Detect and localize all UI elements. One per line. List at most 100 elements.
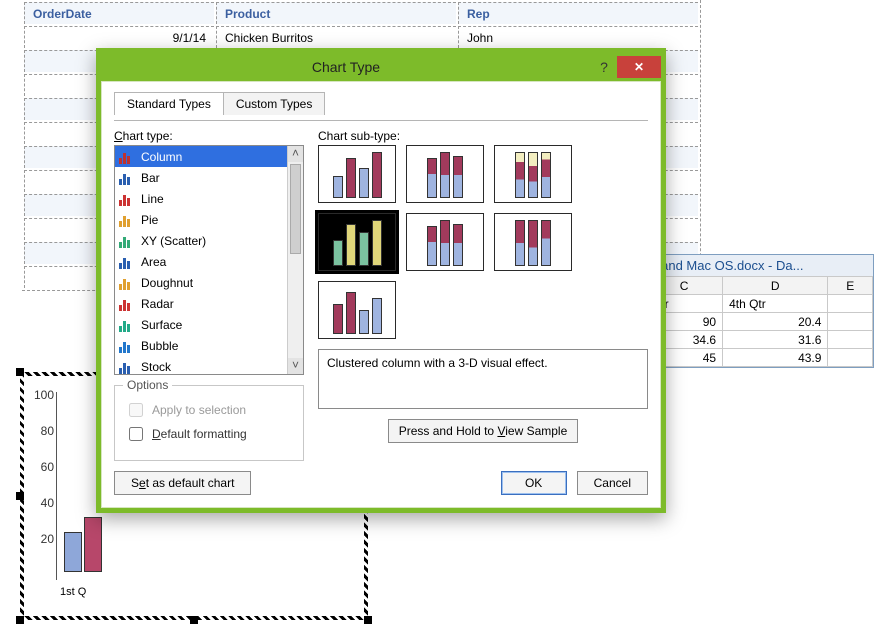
hdr-4thqtr[interactable]: 4th Qtr — [723, 295, 828, 313]
scroll-up-button[interactable]: ˄ — [288, 146, 303, 162]
scroll-down-button[interactable]: ˅ — [288, 358, 303, 374]
y-tick: 20 — [28, 532, 54, 546]
chart-type-xy-scatter-[interactable]: XY (Scatter) — [115, 230, 287, 251]
resize-handle[interactable] — [190, 616, 198, 624]
col-header-product[interactable]: Product — [216, 2, 456, 24]
col-header-rep[interactable]: Rep — [458, 2, 698, 24]
chart-type-label: Stock — [141, 360, 171, 374]
tab-strip: Standard Types Custom Types — [114, 92, 648, 115]
chart-type-column[interactable]: Column — [115, 146, 287, 167]
resize-handle[interactable] — [16, 368, 24, 376]
surface-icon — [119, 318, 135, 332]
stock-icon — [119, 360, 135, 374]
chart-type-stock[interactable]: Stock — [115, 356, 287, 375]
chart-type-dialog: Chart Type ? ✕ Standard Types Custom Typ… — [96, 48, 666, 513]
line-icon — [119, 192, 135, 206]
scroll-thumb[interactable] — [290, 164, 301, 254]
y-tick: 80 — [28, 424, 54, 438]
cell-orderdate[interactable]: 9/1/14 — [24, 26, 214, 48]
close-icon: ✕ — [634, 60, 644, 74]
datasheet-table[interactable]: C D E Qtr 4th Qtr 9020.4 34.631.6 4543.9 — [645, 276, 873, 367]
chart-type-label: Line — [141, 192, 164, 206]
xy-scatter--icon — [119, 234, 135, 248]
subtype-3d-column[interactable] — [318, 281, 396, 339]
x-category: 1st Q — [60, 586, 86, 598]
subtype-3d-stacked-column[interactable] — [406, 213, 484, 271]
chart-type-bar[interactable]: Bar — [115, 167, 287, 188]
tab-custom-types[interactable]: Custom Types — [223, 92, 325, 115]
subtype-grid — [318, 145, 648, 339]
chart-type-bubble[interactable]: Bubble — [115, 335, 287, 356]
doughnut-icon — [119, 276, 135, 290]
subtype-clustered-column[interactable] — [318, 145, 396, 203]
subtype-description: Clustered column with a 3-D visual effec… — [318, 349, 648, 409]
y-axis — [56, 392, 57, 580]
cell-rep[interactable]: John — [458, 26, 698, 48]
datasheet-window[interactable]: s and Mac OS.docx - Da... C D E Qtr 4th … — [644, 254, 874, 368]
cancel-button[interactable]: Cancel — [577, 471, 648, 495]
cell[interactable]: 20.4 — [723, 313, 828, 331]
default-formatting-label: Default formatting — [152, 427, 247, 441]
area-icon — [119, 255, 135, 269]
y-tick: 100 — [28, 388, 54, 402]
subtype-3d-clustered-column[interactable] — [318, 213, 396, 271]
dialog-titlebar[interactable]: Chart Type ? ✕ — [101, 53, 661, 81]
help-button[interactable]: ? — [591, 59, 617, 75]
chart-subtype-label: Chart sub-type: — [318, 129, 648, 143]
subtype-100pct-stacked-column[interactable] — [494, 145, 572, 203]
resize-handle[interactable] — [364, 616, 372, 624]
apply-to-selection-label: Apply to selection — [152, 403, 246, 417]
cell[interactable]: 43.9 — [723, 349, 828, 367]
y-tick: 40 — [28, 496, 54, 510]
subtype-stacked-column[interactable] — [406, 145, 484, 203]
chart-type-surface[interactable]: Surface — [115, 314, 287, 335]
chart-type-area[interactable]: Area — [115, 251, 287, 272]
list-scrollbar[interactable]: ˄ ˅ — [287, 146, 303, 374]
close-button[interactable]: ✕ — [617, 56, 661, 78]
chart-type-radar[interactable]: Radar — [115, 293, 287, 314]
chart-type-label: Column — [141, 150, 182, 164]
col-e[interactable]: E — [828, 277, 873, 295]
default-formatting-input[interactable] — [129, 427, 143, 441]
chart-type-label: Area — [141, 255, 166, 269]
ok-button[interactable]: OK — [501, 471, 567, 495]
column-icon — [119, 150, 135, 164]
resize-handle[interactable] — [16, 492, 24, 500]
dialog-title: Chart Type — [101, 59, 591, 75]
col-d[interactable]: D — [723, 277, 828, 295]
chart-type-pie[interactable]: Pie — [115, 209, 287, 230]
y-tick: 60 — [28, 460, 54, 474]
view-sample-button[interactable]: Press and Hold to View Sample — [388, 419, 579, 443]
bubble-icon — [119, 339, 135, 353]
default-formatting-checkbox[interactable]: Default formatting — [125, 424, 293, 444]
cell-product[interactable]: Chicken Burritos — [216, 26, 456, 48]
chart-type-label: XY (Scatter) — [141, 234, 206, 248]
cell[interactable] — [828, 349, 873, 367]
pie-icon — [119, 213, 135, 227]
view-sample-label: Press and Hold to View Sample — [399, 424, 568, 438]
cell[interactable] — [828, 313, 873, 331]
hdr-blank[interactable] — [828, 295, 873, 313]
cell[interactable] — [828, 331, 873, 349]
set-as-default-label: Set as default chart — [131, 476, 234, 490]
chart-type-label: Radar — [141, 297, 174, 311]
chart-type-label: Bubble — [141, 339, 178, 353]
chart-type-label: Bar — [141, 171, 160, 185]
chart-type-line[interactable]: Line — [115, 188, 287, 209]
resize-handle[interactable] — [16, 616, 24, 624]
options-legend: Options — [123, 378, 172, 392]
set-as-default-button[interactable]: Set as default chart — [114, 471, 251, 495]
apply-to-selection-checkbox: Apply to selection — [125, 400, 293, 420]
radar-icon — [119, 297, 135, 311]
chart-type-label: Chart type: — [114, 129, 304, 143]
col-header-orderdate[interactable]: OrderDate — [24, 2, 214, 24]
tab-standard-types[interactable]: Standard Types — [114, 92, 224, 115]
chart-type-label: Pie — [141, 213, 158, 227]
subtype-3d-100pct-stacked-column[interactable] — [494, 213, 572, 271]
chart-type-list[interactable]: Column Bar Line Pie XY (Scatter) Area Doughnut… — [114, 145, 304, 375]
bar — [84, 517, 102, 572]
cell[interactable]: 31.6 — [723, 331, 828, 349]
options-group: Options Apply to selection Default forma… — [114, 385, 304, 461]
chart-type-doughnut[interactable]: Doughnut — [115, 272, 287, 293]
datasheet-title: s and Mac OS.docx - Da... — [645, 255, 873, 276]
